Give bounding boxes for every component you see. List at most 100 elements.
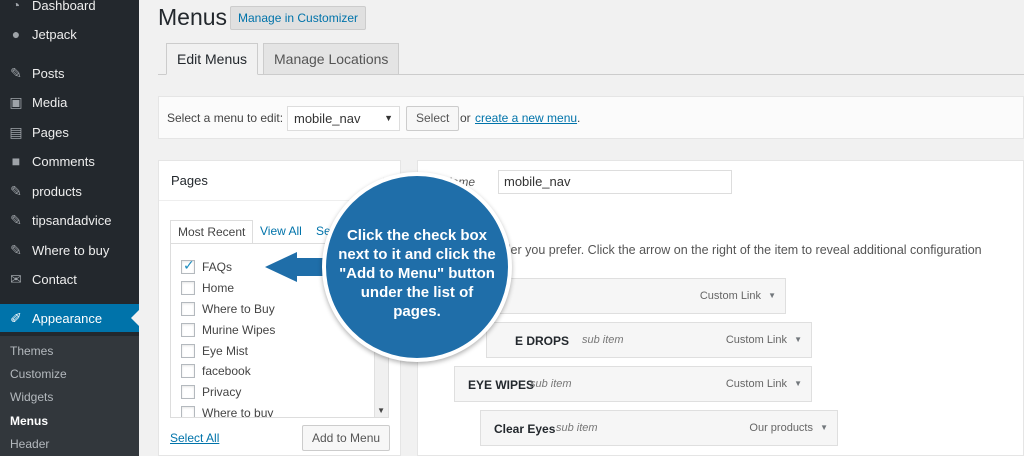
menu-structure-panel: u Name mobile_nav ucture into the order …: [417, 160, 1024, 456]
period-text: .: [577, 111, 581, 125]
sidebar-item-label: Where to buy: [32, 242, 110, 258]
menu-item[interactable]: E DROPS sub item Custom Link ▼: [486, 322, 812, 358]
jetpack-icon: ●: [11, 26, 21, 42]
page-label: facebook: [202, 364, 251, 378]
select-all-link[interactable]: Select All: [170, 431, 219, 445]
tab-edit-menus[interactable]: Edit Menus: [166, 43, 259, 75]
menu-item-title: E DROPS: [515, 334, 570, 348]
sidebar-item-tipsandadvice[interactable]: ✎ tipsandadvice: [0, 206, 139, 234]
sidebar-item-posts[interactable]: ✎ Posts: [0, 59, 139, 87]
sidebar-item-comments[interactable]: ■ Comments: [0, 147, 139, 175]
tab-manage-locations[interactable]: Manage Locations: [263, 43, 400, 75]
mail-icon: ✉: [10, 270, 22, 287]
page-label: Where to Buy: [202, 302, 275, 316]
sidebar-item-pages[interactable]: ▤ Pages: [0, 118, 139, 146]
submenu-menus[interactable]: Menus: [10, 414, 48, 428]
menu-select-bar: Select a menu to edit: mobile_nav ▼ Sele…: [158, 96, 1024, 139]
submenu-widgets[interactable]: Widgets: [10, 390, 53, 404]
pin-icon: ✎: [10, 64, 22, 81]
list-item[interactable]: Privacy: [181, 383, 241, 401]
checkbox[interactable]: [181, 364, 195, 378]
menu-item-sub-label: sub item: [582, 334, 624, 346]
pin-icon: ✎: [10, 182, 22, 199]
page-label: Murine Wipes: [202, 323, 276, 337]
checkbox[interactable]: [181, 302, 195, 316]
create-new-menu-link[interactable]: create a new menu: [475, 111, 577, 125]
menu-select-value: mobile_nav: [294, 111, 361, 126]
menu-name-input[interactable]: mobile_nav: [498, 170, 732, 194]
sidebar-item-label: products: [32, 183, 82, 199]
sidebar-item-label: Contact: [32, 271, 77, 287]
comments-icon: ■: [11, 153, 21, 169]
sidebar-item-label: Pages: [32, 124, 69, 140]
sidebar-item-jetpack[interactable]: ● Jetpack: [0, 20, 139, 48]
dashboard-icon: ◔: [11, 0, 21, 13]
submenu-themes[interactable]: Themes: [10, 344, 53, 358]
checkbox[interactable]: [181, 257, 195, 274]
list-item[interactable]: Murine Wipes: [181, 321, 275, 339]
menu-item-title: EYE WIPES: [468, 378, 535, 392]
select-menu-label: Select a menu to edit:: [167, 111, 284, 125]
list-item[interactable]: Where to Buy: [181, 300, 275, 318]
media-icon: ▣: [9, 93, 23, 110]
tab-view-all[interactable]: View All: [253, 220, 309, 244]
sidebar-item-products[interactable]: ✎ products: [0, 177, 139, 205]
menu-item-type: Custom Link: [725, 378, 787, 390]
sidebar-item-contact[interactable]: ✉ Contact: [0, 265, 139, 293]
select-button[interactable]: Select: [406, 106, 460, 131]
list-item[interactable]: FAQs: [181, 257, 233, 276]
menu-item-type: Our products: [749, 422, 813, 434]
menu-item[interactable]: EYE WIPES sub item Custom Link ▼: [454, 366, 812, 402]
or-text: or: [460, 111, 471, 125]
chevron-down-icon[interactable]: ▼: [768, 291, 776, 300]
submenu-header[interactable]: Header: [10, 437, 49, 451]
sidebar-item-label: tipsandadvice: [32, 212, 112, 228]
sidebar-item-label: Posts: [32, 65, 65, 81]
chevron-down-icon: ▼: [384, 113, 393, 123]
list-item[interactable]: facebook: [181, 362, 251, 380]
pin-icon: ✎: [10, 211, 22, 228]
page-label: Where to buy: [202, 406, 274, 418]
menu-item[interactable]: Clear Eyes sub item Our products ▼: [480, 410, 838, 446]
list-item[interactable]: Eye Mist: [181, 342, 248, 360]
sidebar-item-media[interactable]: ▣ Media: [0, 88, 139, 116]
menu-item[interactable]: Custom Link ▼: [486, 278, 786, 314]
callout-arrow-icon: [265, 252, 297, 282]
menu-item-type: Custom Link: [699, 290, 761, 302]
submenu-customize[interactable]: Customize: [10, 367, 67, 381]
sidebar-item-dashboard[interactable]: ◔ Dashboard: [0, 0, 139, 19]
checkbox[interactable]: [181, 344, 195, 358]
manage-in-customizer-button[interactable]: Manage in Customizer: [230, 6, 367, 30]
sidebar-item-label: Appearance: [32, 310, 103, 326]
admin-sidebar: ◔ Dashboard ● Jetpack ✎ Posts ▣ Media ▤ …: [0, 0, 139, 456]
chevron-down-icon[interactable]: ▼: [820, 423, 828, 432]
instruction-callout: Click the check box next to it and click…: [322, 172, 512, 362]
menu-item-type: Custom Link: [725, 334, 787, 346]
tab-most-recent[interactable]: Most Recent: [170, 220, 254, 244]
menu-item-sub-label: sub item: [556, 422, 598, 434]
chevron-down-icon[interactable]: ▼: [794, 379, 802, 388]
checkbox[interactable]: [181, 406, 195, 417]
page-label: FAQs: [202, 260, 233, 274]
list-item[interactable]: Where to buy: [181, 404, 274, 418]
sidebar-item-label: Jetpack: [32, 26, 77, 42]
page-label: Eye Mist: [202, 344, 249, 358]
menu-item-sub-label: sub item: [530, 378, 572, 390]
menu-select-dropdown[interactable]: mobile_nav ▼: [287, 106, 400, 131]
checkbox[interactable]: [181, 323, 195, 337]
checkbox[interactable]: [181, 281, 195, 295]
list-item[interactable]: Home: [181, 279, 234, 297]
chevron-down-icon[interactable]: ▼: [794, 335, 802, 344]
sidebar-item-where-to-buy[interactable]: ✎ Where to buy: [0, 236, 139, 264]
page-label: Home: [202, 281, 235, 295]
add-to-menu-button[interactable]: Add to Menu: [302, 425, 391, 451]
pages-icon: ▤: [9, 123, 23, 140]
sidebar-item-label: Media: [32, 94, 68, 110]
scroll-down-arrow-icon[interactable]: ▼: [377, 406, 385, 415]
checkbox[interactable]: [181, 385, 195, 399]
menu-item-title: Clear Eyes: [494, 422, 556, 436]
callout-text: Click the check box next to it and click…: [338, 227, 496, 320]
pin-icon: ✎: [10, 241, 22, 258]
sidebar-item-appearance[interactable]: ✐ Appearance: [0, 304, 139, 332]
sidebar-item-label: Comments: [32, 153, 95, 169]
